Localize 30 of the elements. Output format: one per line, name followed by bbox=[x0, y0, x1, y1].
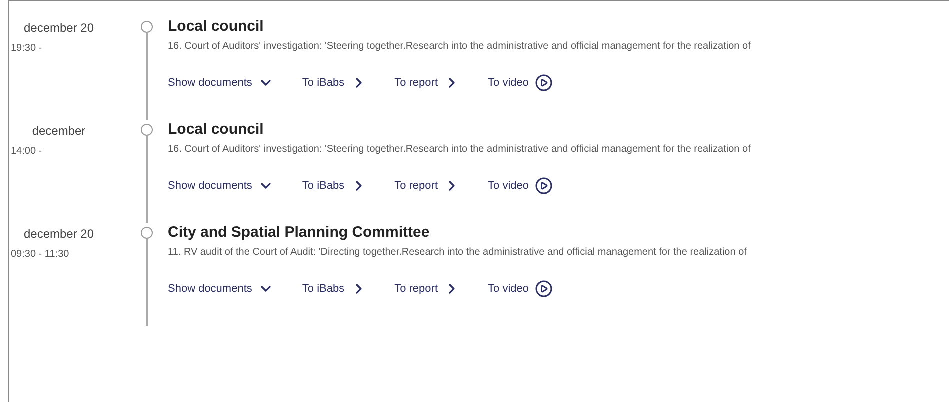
event-link[interactable]: To report bbox=[394, 280, 460, 298]
event-link[interactable]: To report bbox=[394, 74, 460, 92]
timeline-node-icon bbox=[141, 124, 153, 136]
event-description: 11. RV audit of the Court of Audit: 'Directing together.Research into the administrative and official management for the realization of bbox=[168, 246, 747, 260]
event-description: 16. Court of Auditors' investigation: 'Steering together.Research into the administrative and official management for the realization of bbox=[168, 40, 751, 54]
event-link[interactable]: Show documents bbox=[168, 280, 274, 298]
play-icon bbox=[535, 280, 553, 298]
event-link[interactable]: Show documents bbox=[168, 177, 274, 195]
event-time: 19:30 - bbox=[10, 42, 44, 56]
event-link[interactable]: To iBabs bbox=[302, 280, 367, 298]
event-link[interactable]: Show documents bbox=[168, 74, 274, 92]
event-description: 16. Court of Auditors' investigation: 'Steering together.Research into the administrative and official management for the realization of bbox=[168, 143, 751, 157]
timeline-node-icon bbox=[141, 227, 153, 239]
timeline-node-icon bbox=[141, 21, 153, 33]
event-time: 09:30 - 11:30 bbox=[10, 248, 70, 262]
event-date: december 20 bbox=[22, 20, 96, 37]
play-icon bbox=[535, 177, 553, 195]
event-time: 14:00 - bbox=[10, 145, 44, 159]
event-link[interactable]: To video bbox=[488, 74, 553, 92]
event-title: Local council bbox=[168, 120, 265, 140]
event-link[interactable]: To report bbox=[394, 177, 460, 195]
event-link[interactable]: To iBabs bbox=[302, 74, 367, 92]
event-date: december bbox=[31, 123, 87, 140]
event-link[interactable]: To iBabs bbox=[302, 177, 367, 195]
play-icon bbox=[535, 74, 553, 92]
event-link[interactable]: To video bbox=[488, 177, 553, 195]
event-title: Local council bbox=[168, 17, 265, 37]
event-title: City and Spatial Planning Committee bbox=[168, 223, 431, 243]
event-link[interactable]: To video bbox=[488, 280, 553, 298]
event-date: december 20 bbox=[22, 226, 96, 243]
